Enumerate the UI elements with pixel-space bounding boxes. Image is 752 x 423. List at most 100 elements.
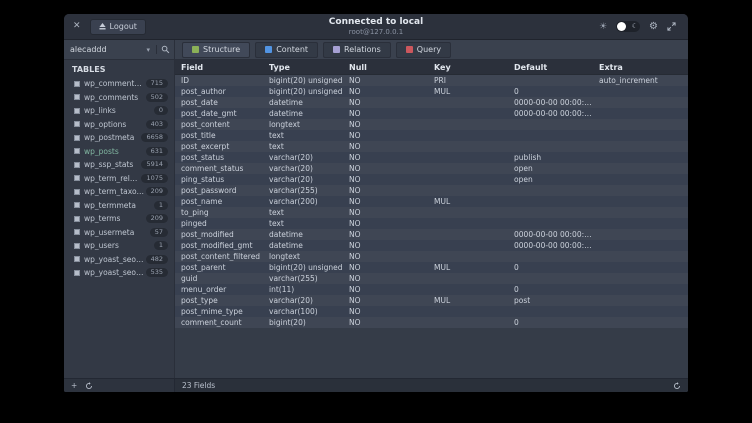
sidebar-item-wp_term_taxonomy[interactable]: wp_term_taxonomy209: [64, 185, 174, 199]
row-count-badge: 502: [146, 93, 168, 102]
cell-default: 0000-00-00 00:00:00: [508, 98, 593, 107]
cell-default: open: [508, 164, 593, 173]
cell-type: longtext: [263, 120, 343, 129]
table-row[interactable]: post_modifieddatetimeNO0000-00-00 00:00:…: [175, 229, 688, 240]
table-row[interactable]: comment_countbigint(20)NO0: [175, 317, 688, 328]
column-header-key[interactable]: Key: [428, 63, 508, 72]
connection-title: Connected to local: [329, 17, 423, 28]
table-row[interactable]: comment_statusvarchar(20)NOopen: [175, 163, 688, 174]
refresh-tables-icon[interactable]: [85, 382, 93, 390]
tables-sidebar: TABLES wp_commentmeta715wp_comments502wp…: [64, 60, 175, 378]
sidebar-item-wp_yoast_seo_meta[interactable]: wp_yoast_seo_meta535: [64, 266, 174, 280]
row-count-badge: 5914: [141, 160, 168, 169]
cell-type: varchar(20): [263, 164, 343, 173]
table-row[interactable]: guidvarchar(255)NO: [175, 273, 688, 284]
table-row[interactable]: post_passwordvarchar(255)NO: [175, 185, 688, 196]
table-row[interactable]: post_titletextNO: [175, 130, 688, 141]
sidebar-item-wp_yoast_seo_links[interactable]: wp_yoast_seo_links482: [64, 253, 174, 267]
cell-key: MUL: [428, 296, 508, 305]
cell-type: bigint(20) unsigned: [263, 76, 343, 85]
sidebar-item-wp_terms[interactable]: wp_terms209: [64, 212, 174, 226]
cell-field: comment_status: [175, 164, 263, 173]
sidebar-item-wp_termmeta[interactable]: wp_termmeta1: [64, 199, 174, 213]
table-row[interactable]: post_statusvarchar(20)NOpublish: [175, 152, 688, 163]
sidebar-item-wp_posts[interactable]: wp_posts631: [64, 145, 174, 159]
grid-empty-area: [175, 328, 688, 378]
view-tabs: Structure Content Relations Query: [175, 40, 451, 59]
cell-null: NO: [343, 318, 428, 327]
sidebar-item-wp_users[interactable]: wp_users1: [64, 239, 174, 253]
table-name: wp_postmeta: [84, 133, 141, 142]
table-row[interactable]: IDbigint(20) unsignedNOPRIauto_increment: [175, 75, 688, 86]
table-row[interactable]: ping_statusvarchar(20)NOopen: [175, 174, 688, 185]
table-row[interactable]: post_modified_gmtdatetimeNO0000-00-00 00…: [175, 240, 688, 251]
table-icon: [74, 121, 80, 127]
table-row[interactable]: post_datedatetimeNO0000-00-00 00:00:00: [175, 97, 688, 108]
database-dropdown[interactable]: alecaddd ▾: [64, 40, 156, 59]
table-row[interactable]: post_content_filteredlongtextNO: [175, 251, 688, 262]
cell-default: 0: [508, 318, 593, 327]
search-button[interactable]: [156, 45, 174, 54]
refresh-grid-icon[interactable]: [673, 382, 681, 390]
column-header-extra[interactable]: Extra: [593, 63, 688, 72]
table-row[interactable]: post_excerpttextNO: [175, 141, 688, 152]
cell-type: text: [263, 208, 343, 217]
row-count-badge: 403: [146, 120, 168, 129]
sidebar-item-wp_ssp_stats[interactable]: wp_ssp_stats5914: [64, 158, 174, 172]
tab-relations[interactable]: Relations: [323, 42, 391, 58]
table-row[interactable]: post_typevarchar(20)NOMULpost: [175, 295, 688, 306]
sidebar-item-wp_options[interactable]: wp_options403: [64, 118, 174, 132]
table-icon: [74, 162, 80, 168]
cell-type: text: [263, 219, 343, 228]
column-header-field[interactable]: Field: [175, 63, 263, 72]
cell-default: post: [508, 296, 593, 305]
fields-count-label: 23 Fields: [182, 381, 215, 390]
table-row[interactable]: pingedtextNO: [175, 218, 688, 229]
table-row[interactable]: post_parentbigint(20) unsignedNOMUL0: [175, 262, 688, 273]
cell-null: NO: [343, 109, 428, 118]
table-icon: [74, 175, 80, 181]
table-row[interactable]: post_date_gmtdatetimeNO0000-00-00 00:00:…: [175, 108, 688, 119]
cell-null: NO: [343, 274, 428, 283]
sidebar-item-wp_usermeta[interactable]: wp_usermeta57: [64, 226, 174, 240]
grid-statusbar: 23 Fields: [175, 379, 688, 392]
sidebar-item-wp_term_relationships[interactable]: wp_term_relationships1075: [64, 172, 174, 186]
fullscreen-icon[interactable]: [667, 22, 676, 31]
column-header-type[interactable]: Type: [263, 63, 343, 72]
tab-content[interactable]: Content: [255, 42, 318, 58]
settings-gear-icon[interactable]: ⚙: [649, 21, 658, 32]
cell-key: MUL: [428, 263, 508, 272]
cell-null: NO: [343, 307, 428, 316]
close-window-button[interactable]: ✕: [73, 22, 81, 31]
column-header-null[interactable]: Null: [343, 63, 428, 72]
table-row[interactable]: to_pingtextNO: [175, 207, 688, 218]
add-table-button[interactable]: +: [71, 381, 77, 390]
cell-null: NO: [343, 208, 428, 217]
cell-field: post_status: [175, 153, 263, 162]
dark-mode-toggle[interactable]: ☾: [616, 21, 640, 32]
sidebar-item-wp_links[interactable]: wp_links0: [64, 104, 174, 118]
table-name: wp_termmeta: [84, 201, 154, 210]
cell-type: varchar(255): [263, 186, 343, 195]
sidebar-item-wp_postmeta[interactable]: wp_postmeta6658: [64, 131, 174, 145]
table-row[interactable]: post_mime_typevarchar(100)NO: [175, 306, 688, 317]
table-row[interactable]: post_authorbigint(20) unsignedNOMUL0: [175, 86, 688, 97]
cell-default: 0000-00-00 00:00:00: [508, 109, 593, 118]
table-row[interactable]: post_contentlongtextNO: [175, 119, 688, 130]
tab-structure[interactable]: Structure: [182, 42, 250, 58]
column-header-default[interactable]: Default: [508, 63, 593, 72]
sidebar-item-wp_commentmeta[interactable]: wp_commentmeta715: [64, 77, 174, 91]
tab-query[interactable]: Query: [396, 42, 451, 58]
table-name: wp_term_taxonomy: [84, 187, 146, 196]
tab-label: Relations: [344, 45, 381, 54]
eject-icon: [99, 23, 106, 30]
table-row[interactable]: menu_orderint(11)NO0: [175, 284, 688, 295]
table-row[interactable]: post_namevarchar(200)NOMUL: [175, 196, 688, 207]
row-count-badge: 6658: [141, 133, 168, 142]
sidebar-item-wp_comments[interactable]: wp_comments502: [64, 91, 174, 105]
cell-key: MUL: [428, 87, 508, 96]
cell-default: 0000-00-00 00:00:00: [508, 230, 593, 239]
cell-null: NO: [343, 76, 428, 85]
cell-field: ping_status: [175, 175, 263, 184]
logout-button[interactable]: Logout: [90, 19, 146, 35]
